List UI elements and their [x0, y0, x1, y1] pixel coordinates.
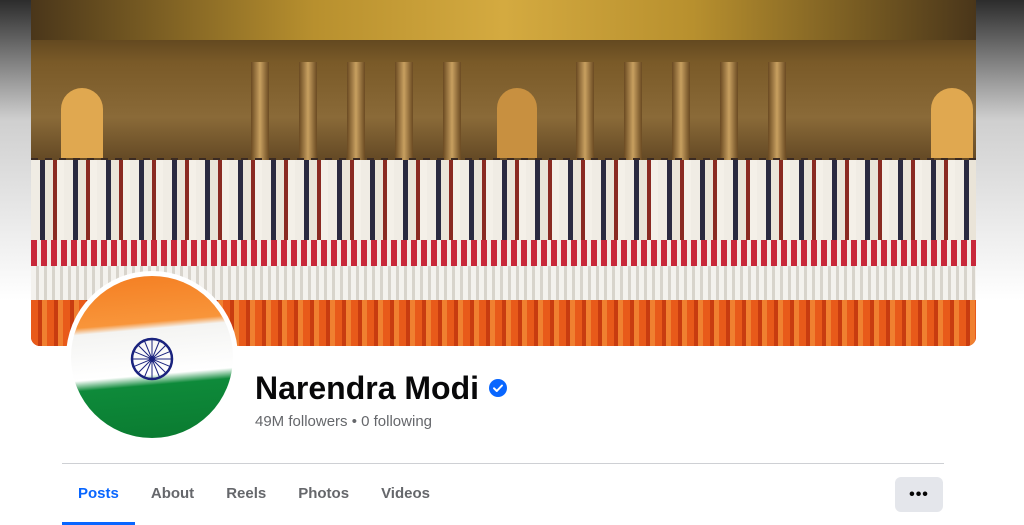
cover-pillar: [576, 62, 594, 172]
follower-count[interactable]: 49M followers • 0 following: [255, 413, 432, 430]
cover-pillar: [443, 62, 461, 172]
cover-arch: [61, 88, 103, 158]
indian-flag-avatar: [71, 276, 233, 438]
cover-pillar: [299, 62, 317, 172]
tab-photos[interactable]: Photos: [282, 464, 365, 524]
cover-pillar: [395, 62, 413, 172]
tab-about[interactable]: About: [135, 464, 210, 524]
cover-pillar: [624, 62, 642, 172]
cover-pillar: [347, 62, 365, 172]
more-horizontal-icon: •••: [909, 485, 929, 503]
cover-pillar: [720, 62, 738, 172]
profile-tabs: Posts About Reels Photos Videos: [62, 464, 446, 525]
profile-avatar[interactable]: [66, 271, 238, 443]
tab-posts[interactable]: Posts: [62, 464, 135, 525]
cover-ceiling: [31, 0, 976, 40]
verified-badge-icon: [489, 379, 508, 397]
profile-name: Narendra Modi: [255, 369, 480, 406]
tab-videos[interactable]: Videos: [365, 464, 446, 524]
cover-arch: [497, 88, 537, 158]
cover-pillar: [672, 62, 690, 172]
more-options-button[interactable]: •••: [895, 477, 943, 512]
profile-name-row: Narendra Modi: [255, 368, 508, 408]
cover-flower-row: [31, 240, 976, 266]
tab-reels[interactable]: Reels: [210, 464, 282, 524]
cover-arch: [931, 88, 973, 158]
ashoka-chakra-icon: [130, 337, 174, 381]
cover-pillar: [768, 62, 786, 172]
cover-pillar: [251, 62, 269, 172]
cover-crowd: [31, 160, 976, 240]
